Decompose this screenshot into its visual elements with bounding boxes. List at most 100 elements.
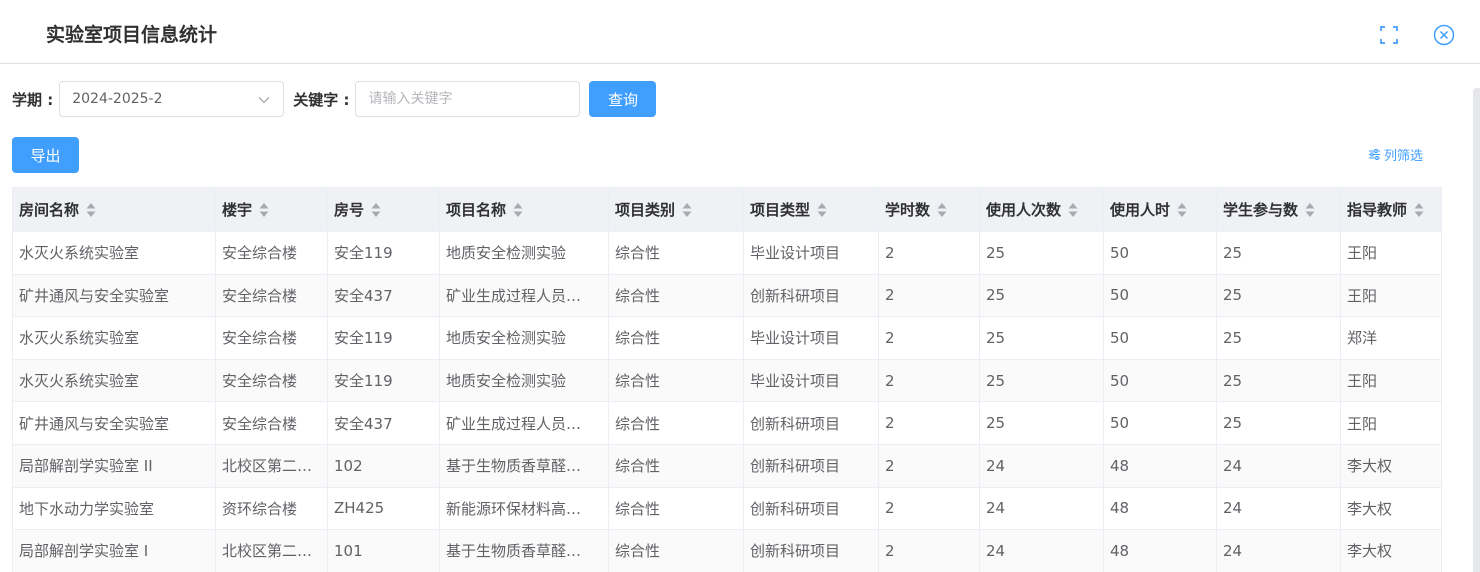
table-row[interactable]: 水灭火系统实验室 安全综合楼 安全119 地质安全检测实验 综合性 毕业设计项目 2 25 50… — [12, 358, 1442, 403]
cell-usage-person-hours: 48 — [1103, 443, 1217, 488]
table-row[interactable]: 水灭火系统实验室 安全综合楼 安全119 地质安全检测实验 综合性 毕业设计项目 2 25 50… — [12, 316, 1442, 360]
cell-project-name: 新能源环保材料高… — [439, 486, 609, 531]
cell-instructor: 李大权 — [1340, 443, 1442, 488]
cell-usage-count: 24 — [979, 443, 1104, 488]
cell-usage-count: 25 — [979, 401, 1104, 445]
column-header-label: 项目名称 — [446, 201, 507, 219]
cell-instructor: 郑洋 — [1340, 316, 1442, 360]
fullscreen-icon — [1380, 26, 1398, 44]
cell-usage-person-hours: 50 — [1103, 358, 1217, 403]
query-button[interactable]: 查询 — [589, 81, 657, 117]
cell-usage-count: 25 — [979, 273, 1104, 318]
cell-room-number: 101 — [327, 529, 440, 572]
sort-caret-icon[interactable] — [1068, 202, 1078, 218]
cell-room-number: 102 — [327, 443, 440, 488]
table-row[interactable]: 矿井通风与安全实验室 安全综合楼 安全437 矿业生成过程人员… 综合性 创新科研项目 2 2… — [12, 401, 1442, 445]
cell-building: 安全综合楼 — [215, 401, 328, 445]
column-header-instructor[interactable]: 指导教师 — [1340, 187, 1442, 232]
chevron-down-icon — [258, 97, 270, 104]
sort-caret-icon[interactable] — [1305, 202, 1315, 218]
cell-instructor: 王阳 — [1340, 401, 1442, 445]
column-header-usage-person-hours[interactable]: 使用人时 — [1103, 187, 1217, 232]
column-header-label: 学生参与数 — [1223, 201, 1299, 219]
cell-project-type: 毕业设计项目 — [743, 316, 879, 360]
dialog-header: 实验室项目信息统计 — [0, 0, 1480, 64]
cell-instructor: 王阳 — [1340, 358, 1442, 403]
sort-caret-icon[interactable] — [259, 202, 269, 218]
table-row[interactable]: 局部解剖学实验室 II 北校区第二… 102 基于生物质香草醛… 综合性 创新科研项目 2 2… — [12, 443, 1442, 488]
cell-room-name: 水灭火系统实验室 — [12, 316, 216, 360]
cell-project-category: 综合性 — [608, 316, 744, 360]
sort-caret-icon[interactable] — [817, 202, 827, 218]
column-header-label: 指导教师 — [1347, 201, 1408, 219]
cell-project-category: 综合性 — [608, 486, 744, 531]
cell-usage-person-hours: 48 — [1103, 529, 1217, 572]
column-header-label: 楼宇 — [222, 201, 253, 219]
cell-project-name: 基于生物质香草醛… — [439, 529, 609, 572]
column-header-project-category[interactable]: 项目类别 — [608, 187, 744, 232]
close-button[interactable] — [1433, 24, 1455, 46]
cell-project-category: 综合性 — [608, 401, 744, 445]
cell-building: 资环综合楼 — [215, 486, 328, 531]
column-header-label: 房间名称 — [19, 201, 80, 219]
cell-room-name: 水灭火系统实验室 — [12, 358, 216, 403]
column-header-building[interactable]: 楼宇 — [215, 187, 328, 232]
cell-room-number: 安全119 — [327, 358, 440, 403]
sort-caret-icon[interactable] — [513, 202, 523, 218]
cell-class-hours: 2 — [878, 358, 980, 403]
column-header-label: 学时数 — [885, 201, 931, 219]
cell-project-name: 矿业生成过程人员… — [439, 401, 609, 445]
filter-row: 学期 : 2024-2025-2 关键字 : 查询 — [12, 81, 657, 117]
scrollbar[interactable] — [1473, 88, 1480, 572]
column-filter-button[interactable]: 列筛选 — [1368, 145, 1423, 164]
column-header-student-count[interactable]: 学生参与数 — [1216, 187, 1341, 232]
cell-usage-person-hours: 50 — [1103, 401, 1217, 445]
sort-caret-icon[interactable] — [937, 202, 947, 218]
sort-caret-icon[interactable] — [86, 202, 96, 218]
sort-caret-icon[interactable] — [371, 202, 381, 218]
cell-project-category: 综合性 — [608, 529, 744, 572]
cell-project-type: 创新科研项目 — [743, 401, 879, 445]
table-row[interactable]: 矿井通风与安全实验室 安全综合楼 安全437 矿业生成过程人员… 综合性 创新科研项目 2 2… — [12, 273, 1442, 318]
table-row[interactable]: 局部解剖学实验室 I 北校区第二… 101 基于生物质香草醛… 综合性 创新科研项目 2 24… — [12, 529, 1442, 572]
cell-class-hours: 2 — [878, 316, 980, 360]
cell-student-count: 25 — [1216, 316, 1341, 360]
column-header-room-number[interactable]: 房号 — [327, 187, 440, 232]
cell-project-type: 毕业设计项目 — [743, 231, 879, 275]
column-header-project-name[interactable]: 项目名称 — [439, 187, 609, 232]
sort-caret-icon[interactable] — [1177, 202, 1187, 218]
cell-student-count: 24 — [1216, 443, 1341, 488]
cell-room-number: 安全437 — [327, 273, 440, 318]
column-header-label: 使用人时 — [1110, 201, 1171, 219]
cell-project-name: 矿业生成过程人员… — [439, 273, 609, 318]
export-button[interactable]: 导出 — [12, 137, 79, 173]
column-header-usage-count[interactable]: 使用人次数 — [979, 187, 1104, 232]
table-row[interactable]: 水灭火系统实验室 安全综合楼 安全119 地质安全检测实验 综合性 毕业设计项目 2 25 50… — [12, 231, 1442, 275]
cell-room-name: 水灭火系统实验室 — [12, 231, 216, 275]
cell-class-hours: 2 — [878, 273, 980, 318]
column-header-class-hours[interactable]: 学时数 — [878, 187, 980, 232]
semester-select[interactable]: 2024-2025-2 — [59, 81, 285, 117]
semester-value: 2024-2025-2 — [72, 91, 163, 107]
keyword-input[interactable] — [355, 81, 581, 117]
column-header-project-type[interactable]: 项目类型 — [743, 187, 879, 232]
semester-label: 学期 : — [12, 90, 54, 109]
cell-room-number: 安全437 — [327, 401, 440, 445]
column-header-label: 项目类型 — [750, 201, 811, 219]
sort-caret-icon[interactable] — [682, 202, 692, 218]
column-header-room-name[interactable]: 房间名称 — [12, 187, 216, 232]
cell-student-count: 25 — [1216, 358, 1341, 403]
cell-class-hours: 2 — [878, 401, 980, 445]
cell-class-hours: 2 — [878, 443, 980, 488]
table-row[interactable]: 地下水动力学实验室 资环综合楼 ZH425 新能源环保材料高… 综合性 创新科研项目 2 24… — [12, 486, 1442, 531]
sort-caret-icon[interactable] — [1414, 202, 1424, 218]
cell-student-count: 25 — [1216, 231, 1341, 275]
cell-usage-person-hours: 48 — [1103, 486, 1217, 531]
cell-usage-person-hours: 50 — [1103, 316, 1217, 360]
fullscreen-button[interactable] — [1378, 24, 1400, 46]
cell-project-type: 创新科研项目 — [743, 529, 879, 572]
cell-instructor: 李大权 — [1340, 486, 1442, 531]
cell-room-number: 安全119 — [327, 316, 440, 360]
cell-student-count: 24 — [1216, 529, 1341, 572]
cell-class-hours: 2 — [878, 529, 980, 572]
